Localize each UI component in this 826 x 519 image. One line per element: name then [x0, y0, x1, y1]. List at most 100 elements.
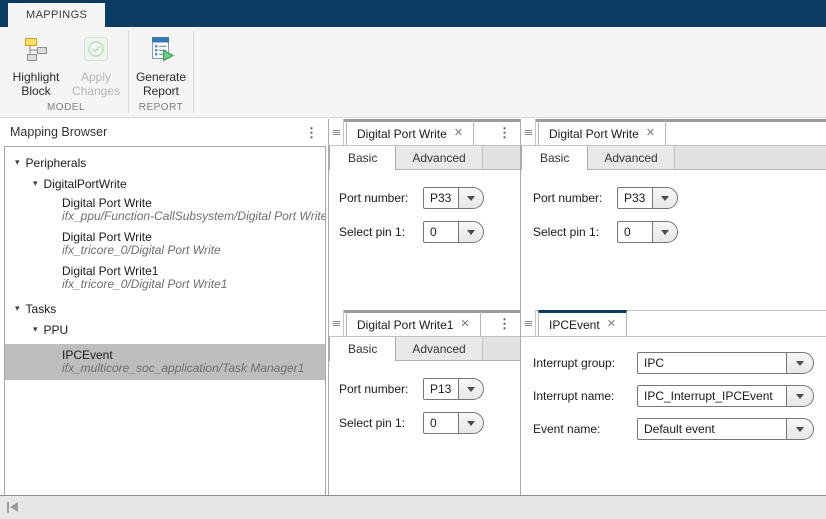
- generate-report-icon: [147, 35, 175, 66]
- panel-content: Interrupt group: IPC Interrupt name: IPC…: [521, 337, 826, 440]
- tab-basic[interactable]: Basic: [521, 146, 588, 170]
- chevron-down-icon: [796, 361, 804, 366]
- panel-grip-handle[interactable]: [521, 119, 536, 145]
- dropdown-value: IPC: [637, 352, 787, 374]
- close-icon[interactable]: ✕: [460, 319, 469, 330]
- mapping-browser-header: Mapping Browser ⋮: [0, 119, 328, 145]
- tab-digital-port-write[interactable]: Digital Port Write ✕: [346, 119, 474, 145]
- interrupt-name-dropdown[interactable]: IPC_Interrupt_IPCEvent: [637, 385, 814, 407]
- dropdown-button[interactable]: [786, 418, 814, 440]
- tree-item-ppu[interactable]: ▾ PPU: [5, 319, 325, 340]
- tree-item-label: Digital Port Write: [62, 230, 325, 244]
- panel-grip-handle[interactable]: [329, 119, 344, 145]
- tab-advanced[interactable]: Advanced: [396, 337, 482, 360]
- tree-item-label: IPCEvent: [62, 348, 325, 362]
- subtab-bar: Basic Advanced: [521, 146, 826, 170]
- port-number-dropdown[interactable]: P33: [423, 187, 484, 209]
- document-tab-bar: IPCEvent ✕: [521, 310, 826, 337]
- toolstrip-group-model: HighlightBlock ApplyChanges MODEL: [6, 27, 126, 117]
- dropdown-value: P33: [423, 187, 459, 209]
- field-label: Interrupt name:: [533, 389, 637, 403]
- tree-item-digitalportwrite[interactable]: ▾ DigitalPortWrite: [5, 173, 325, 194]
- tab-ipcevent[interactable]: IPCEvent ✕: [538, 310, 627, 336]
- tab-basic[interactable]: Basic: [329, 337, 396, 361]
- tab-digital-port-write1[interactable]: Digital Port Write1 ✕: [346, 310, 481, 336]
- tree-item-label: Digital Port Write1: [62, 264, 325, 278]
- panel-digital-port-write-1: Digital Port Write ✕ ⋮ Basic Advanced Po…: [329, 119, 520, 305]
- button-label: GenerateReport: [136, 70, 186, 98]
- grip-icon: [333, 132, 340, 133]
- select-pin-dropdown[interactable]: 0: [423, 221, 484, 243]
- select-pin-dropdown[interactable]: 0: [617, 221, 678, 243]
- panel-title: Mapping Browser: [10, 125, 107, 139]
- field-label: Port number:: [339, 191, 423, 205]
- apply-changes-button[interactable]: ApplyChanges: [66, 35, 126, 98]
- dropdown-button[interactable]: [458, 187, 484, 209]
- tab-advanced[interactable]: Advanced: [396, 146, 482, 169]
- interrupt-group-dropdown[interactable]: IPC: [637, 352, 814, 374]
- chevron-down-icon[interactable]: ▾: [33, 325, 38, 334]
- dropdown-button[interactable]: [652, 221, 678, 243]
- dropdown-button[interactable]: [458, 221, 484, 243]
- chevron-down-icon: [467, 196, 475, 201]
- chevron-down-icon: [661, 230, 669, 235]
- toolstrip: HighlightBlock ApplyChanges MODEL: [0, 27, 826, 118]
- chevron-down-icon[interactable]: ▾: [33, 179, 38, 188]
- event-name-dropdown[interactable]: Default event: [637, 418, 814, 440]
- close-icon[interactable]: ✕: [646, 128, 655, 139]
- document-tab-bar: Digital Port Write ✕ ⋮: [329, 119, 520, 146]
- subtab-bar: Basic Advanced: [329, 337, 520, 361]
- close-icon[interactable]: ✕: [454, 128, 463, 139]
- chevron-down-icon: [796, 394, 804, 399]
- tree-item-ipcevent[interactable]: IPCEvent ifx_multicore_soc_application/T…: [5, 344, 325, 380]
- document-tab-bar: Digital Port Write ✕: [521, 119, 826, 146]
- tab-digital-port-write[interactable]: Digital Port Write ✕: [538, 119, 666, 145]
- generate-report-button[interactable]: GenerateReport: [131, 35, 191, 98]
- chevron-down-icon: [467, 387, 475, 392]
- kebab-menu-icon[interactable]: ⋮: [498, 317, 511, 330]
- chevron-down-icon[interactable]: ▾: [15, 304, 20, 313]
- close-icon[interactable]: ✕: [607, 319, 616, 330]
- button-label: HighlightBlock: [13, 70, 60, 98]
- tree-item-tasks[interactable]: ▾ Tasks: [5, 298, 325, 319]
- collapse-left-icon[interactable]: [7, 502, 19, 513]
- button-label: ApplyChanges: [72, 70, 120, 98]
- kebab-menu-icon[interactable]: ⋮: [305, 126, 318, 139]
- port-number-dropdown[interactable]: P13: [423, 378, 484, 400]
- chevron-down-icon[interactable]: ▾: [15, 158, 20, 167]
- port-number-dropdown[interactable]: P33: [617, 187, 678, 209]
- dropdown-value: Default event: [637, 418, 787, 440]
- panel-content: Port number: P13 Select pin 1: 0: [329, 361, 520, 434]
- panel-grip-handle[interactable]: [521, 310, 536, 336]
- field-label: Port number:: [339, 382, 423, 396]
- mapping-browser-tree: ▾ Peripherals ▾ DigitalPortWrite Digital…: [4, 146, 326, 498]
- chevron-down-icon: [467, 230, 475, 235]
- tree-item-digital-port-write-ppu[interactable]: Digital Port Write ifx_ppu/Function-Call…: [5, 196, 325, 223]
- grip-icon: [525, 323, 532, 324]
- toolstrip-group-report: GenerateReport REPORT: [131, 27, 191, 117]
- highlight-block-button[interactable]: HighlightBlock: [6, 35, 66, 98]
- tab-basic[interactable]: Basic: [329, 146, 396, 170]
- toolstrip-separator: [128, 31, 129, 113]
- panel-grip-handle[interactable]: [329, 310, 344, 336]
- dropdown-button[interactable]: [786, 385, 814, 407]
- mappings-window: MAPPINGS HighlightBlock: [0, 0, 826, 519]
- panel-digital-port-write1: Digital Port Write1 ✕ ⋮ Basic Advanced P…: [329, 310, 520, 495]
- toolstrip-tab-bar: MAPPINGS: [0, 0, 826, 27]
- tree-item-label: Tasks: [26, 302, 57, 316]
- tree-item-digital-port-write1[interactable]: Digital Port Write1 ifx_tricore_0/Digita…: [5, 264, 325, 291]
- tree-item-peripherals[interactable]: ▾ Peripherals: [5, 152, 325, 173]
- chevron-down-icon: [467, 421, 475, 426]
- dropdown-button[interactable]: [652, 187, 678, 209]
- kebab-menu-icon[interactable]: ⋮: [498, 126, 511, 139]
- select-pin-dropdown[interactable]: 0: [423, 412, 484, 434]
- dropdown-button[interactable]: [458, 378, 484, 400]
- tree-item-digital-port-write-tricore[interactable]: Digital Port Write ifx_tricore_0/Digital…: [5, 230, 325, 257]
- dropdown-button[interactable]: [458, 412, 484, 434]
- tree-item-label: DigitalPortWrite: [44, 177, 127, 191]
- panel-ipcevent: IPCEvent ✕ Interrupt group: IPC Interrup…: [521, 310, 826, 495]
- tab-advanced[interactable]: Advanced: [588, 146, 674, 169]
- tree-item-label: PPU: [44, 323, 69, 337]
- tab-mappings[interactable]: MAPPINGS: [8, 3, 105, 27]
- dropdown-button[interactable]: [786, 352, 814, 374]
